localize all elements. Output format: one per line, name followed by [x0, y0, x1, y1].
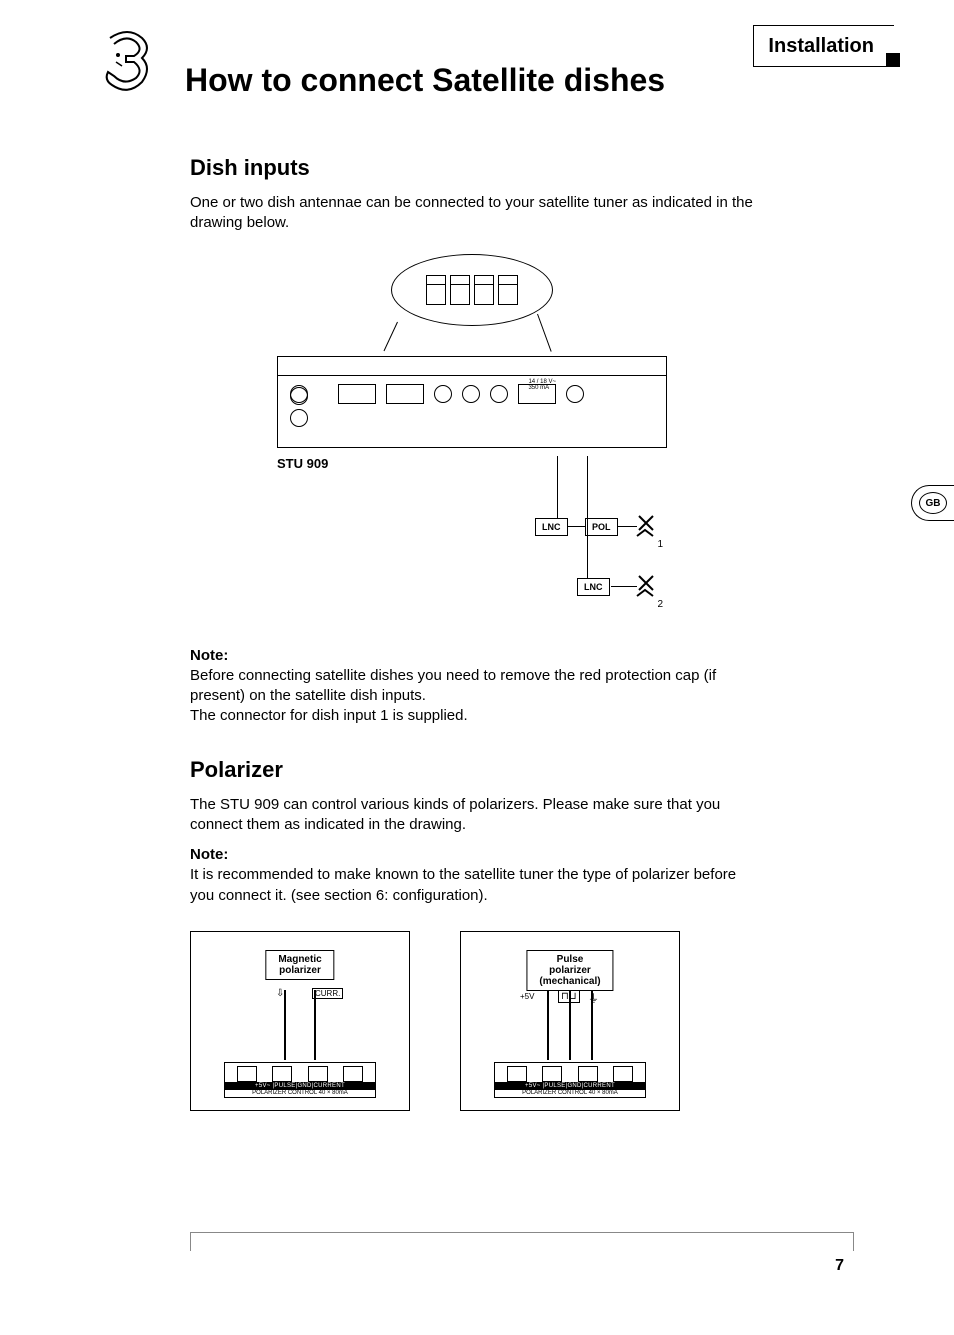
pulse-polarizer-diagram: Pulse polarizer (mechanical) +5V ⊓⊔ ⏚ +5… — [460, 931, 680, 1111]
heading-polarizer: Polarizer — [190, 757, 754, 783]
dish-icon-2: 2 — [635, 572, 657, 606]
terminal-sub-2: POLARIZER CONTROL 40 × 80mA — [495, 1090, 645, 1097]
terminal-strip-2: +5V~ |PULSE|GND|CURRENT — [495, 1082, 645, 1090]
dish-icon-1: 1 — [635, 512, 657, 546]
lnc-box-1: LNC — [535, 518, 568, 536]
pulse-label: Pulse polarizer (mechanical) — [526, 950, 613, 991]
section-label-box: Installation — [753, 25, 894, 67]
page-title: How to connect Satellite dishes — [185, 60, 723, 100]
polarizer-intro-text: The STU 909 can control various kinds of… — [190, 795, 754, 836]
chapter-number-icon — [100, 30, 155, 100]
panel-voltage-text: 14 / 18 V~ 350 mA — [528, 379, 556, 391]
main-connection-diagram: 14 / 18 V~ 350 mA STU 909 — [277, 254, 667, 626]
terminal-strip-1: +5V~ |PULSE|GND|CURRENT — [225, 1082, 375, 1090]
curr-label: CURR. — [312, 988, 343, 999]
magnetic-label: Magnetic polarizer — [265, 950, 334, 980]
section-label: Installation — [768, 35, 874, 58]
plus5v-label: +5V — [520, 992, 534, 1001]
pol-box: POL — [585, 518, 618, 536]
lnc-box-2: LNC — [577, 578, 610, 596]
note-body-1: Before connecting satellite dishes you n… — [190, 667, 716, 725]
footer-rule — [190, 1232, 854, 1251]
device-model-label: STU 909 — [277, 456, 667, 471]
magnetic-polarizer-diagram: Magnetic polarizer ⇩ CURR. +5V~ |PULSE|G… — [190, 931, 410, 1111]
terminal-sub-1: POLARIZER CONTROL 40 × 80mA — [225, 1090, 375, 1097]
note-body-2: It is recommended to make known to the s… — [190, 866, 736, 903]
language-code: GB — [919, 492, 947, 514]
note-label-1: Note: — [190, 647, 228, 664]
note-label-2: Note: — [190, 846, 228, 863]
page-number: 7 — [190, 1257, 854, 1275]
heading-dish-inputs: Dish inputs — [190, 155, 754, 181]
dish-intro-text: One or two dish antennae can be connecte… — [190, 193, 754, 234]
language-tab: GB — [911, 485, 954, 521]
